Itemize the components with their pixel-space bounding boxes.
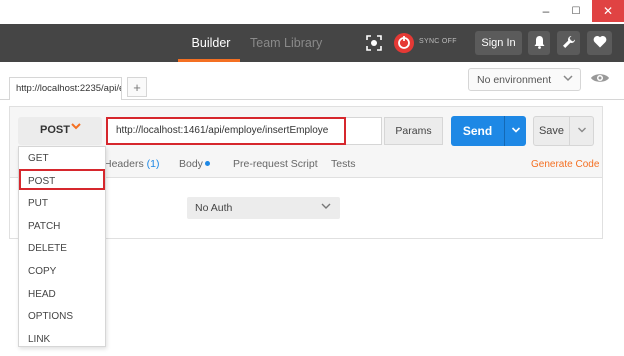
method-option-head[interactable]: HEAD bbox=[28, 289, 56, 311]
params-button[interactable]: Params bbox=[384, 117, 443, 145]
tab-builder[interactable]: Builder bbox=[188, 24, 234, 62]
method-option-put[interactable]: PUT bbox=[28, 198, 48, 220]
tab-team-library[interactable]: Team Library bbox=[250, 24, 322, 62]
method-option-copy[interactable]: COPY bbox=[28, 266, 56, 288]
method-option-delete[interactable]: DELETE bbox=[28, 243, 67, 265]
window-title-bar: – ☐ ✕ bbox=[0, 0, 624, 24]
maximize-button[interactable]: ☐ bbox=[562, 0, 590, 22]
tab-tests[interactable]: Tests bbox=[331, 158, 356, 170]
environment-quick-look-button[interactable] bbox=[588, 68, 612, 91]
chevron-down-icon bbox=[70, 120, 82, 135]
heart-icon bbox=[593, 35, 607, 51]
minimize-button[interactable]: – bbox=[532, 0, 560, 22]
request-tab[interactable]: http://localhost:2235/api/e bbox=[9, 77, 122, 100]
settings-button[interactable] bbox=[557, 31, 580, 55]
method-option-patch[interactable]: PATCH bbox=[28, 221, 60, 243]
url-annotation-highlight bbox=[106, 117, 346, 145]
favorite-button[interactable] bbox=[587, 31, 612, 55]
eye-icon bbox=[590, 71, 610, 88]
close-button[interactable]: ✕ bbox=[592, 0, 624, 22]
auth-type-select[interactable]: No Auth bbox=[187, 197, 340, 219]
generate-code-link[interactable]: Generate Code bbox=[531, 159, 599, 170]
app-header: Builder Team Library SYNC OFF Sign In bbox=[0, 24, 624, 62]
tab-pre-request-script[interactable]: Pre-request Script bbox=[233, 158, 318, 170]
active-tab-indicator bbox=[178, 59, 240, 62]
sync-icon[interactable] bbox=[393, 32, 415, 54]
add-tab-button[interactable]: + bbox=[127, 77, 147, 97]
save-options-button[interactable] bbox=[570, 116, 594, 146]
environment-value: No environment bbox=[477, 74, 552, 86]
body-indicator-dot bbox=[205, 161, 210, 166]
chevron-down-icon bbox=[577, 125, 587, 138]
environment-select[interactable]: No environment bbox=[468, 68, 581, 91]
tab-body[interactable]: Body bbox=[179, 158, 203, 170]
method-select[interactable]: POST bbox=[18, 117, 102, 145]
save-button[interactable]: Save bbox=[533, 116, 570, 146]
sync-status-label: SYNC OFF bbox=[419, 38, 457, 45]
notifications-button[interactable] bbox=[528, 31, 550, 55]
post-annotation-highlight bbox=[19, 169, 105, 190]
tab-headers[interactable]: Headers (1) bbox=[104, 158, 159, 170]
tab-headers-label: Headers bbox=[104, 158, 144, 170]
capture-icon[interactable] bbox=[363, 32, 385, 54]
sign-in-button[interactable]: Sign In bbox=[475, 31, 522, 55]
headers-count-badge: (1) bbox=[146, 158, 160, 170]
method-option-options[interactable]: OPTIONS bbox=[28, 311, 73, 333]
method-option-link[interactable]: LINK bbox=[28, 334, 50, 356]
chevron-down-icon bbox=[511, 125, 521, 138]
send-button[interactable]: Send bbox=[451, 116, 504, 146]
send-options-button[interactable] bbox=[504, 116, 526, 146]
bell-icon bbox=[533, 35, 546, 52]
chevron-down-icon bbox=[320, 200, 332, 215]
chevron-down-icon bbox=[562, 72, 574, 87]
wrench-icon bbox=[562, 35, 576, 52]
auth-type-value: No Auth bbox=[195, 202, 233, 214]
